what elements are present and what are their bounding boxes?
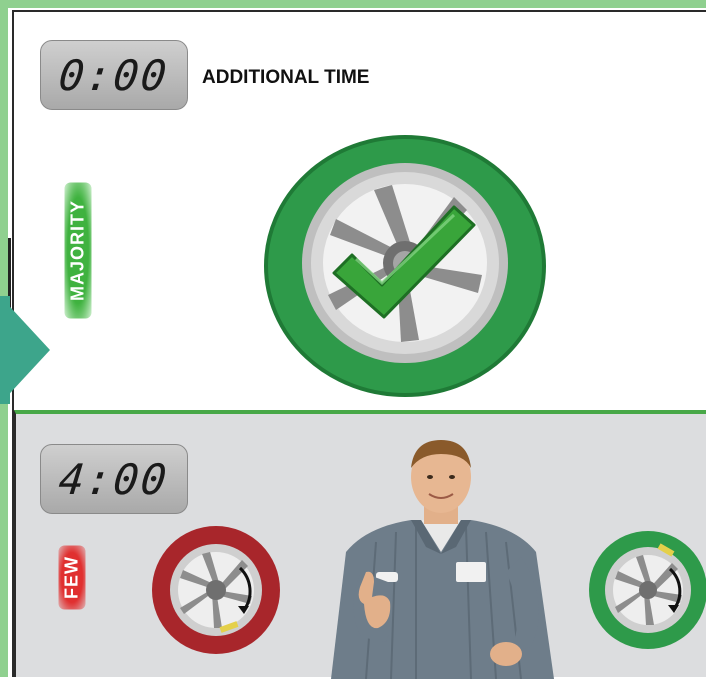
few-timer-value: 4:00 <box>56 454 172 504</box>
majority-label: MAJORITY <box>64 182 92 319</box>
few-label: FEW <box>58 545 86 610</box>
few-panel: 4:00 FEW <box>14 410 706 679</box>
arrow-icon <box>0 296 50 404</box>
green-wheel-icon <box>589 531 706 649</box>
additional-time-caption: ADDITIONAL TIME <box>202 67 370 88</box>
red-wheel-icon <box>152 526 280 654</box>
mechanic-person-image <box>331 440 554 679</box>
majority-timer-value: 0:00 <box>56 50 172 100</box>
majority-panel: 0:00 ADDITIONAL TIME MAJORITY <box>14 12 706 410</box>
majority-timer-display: 0:00 <box>40 40 188 110</box>
green-wheel-check-icon <box>264 135 546 397</box>
few-timer-display: 4:00 <box>40 444 188 514</box>
